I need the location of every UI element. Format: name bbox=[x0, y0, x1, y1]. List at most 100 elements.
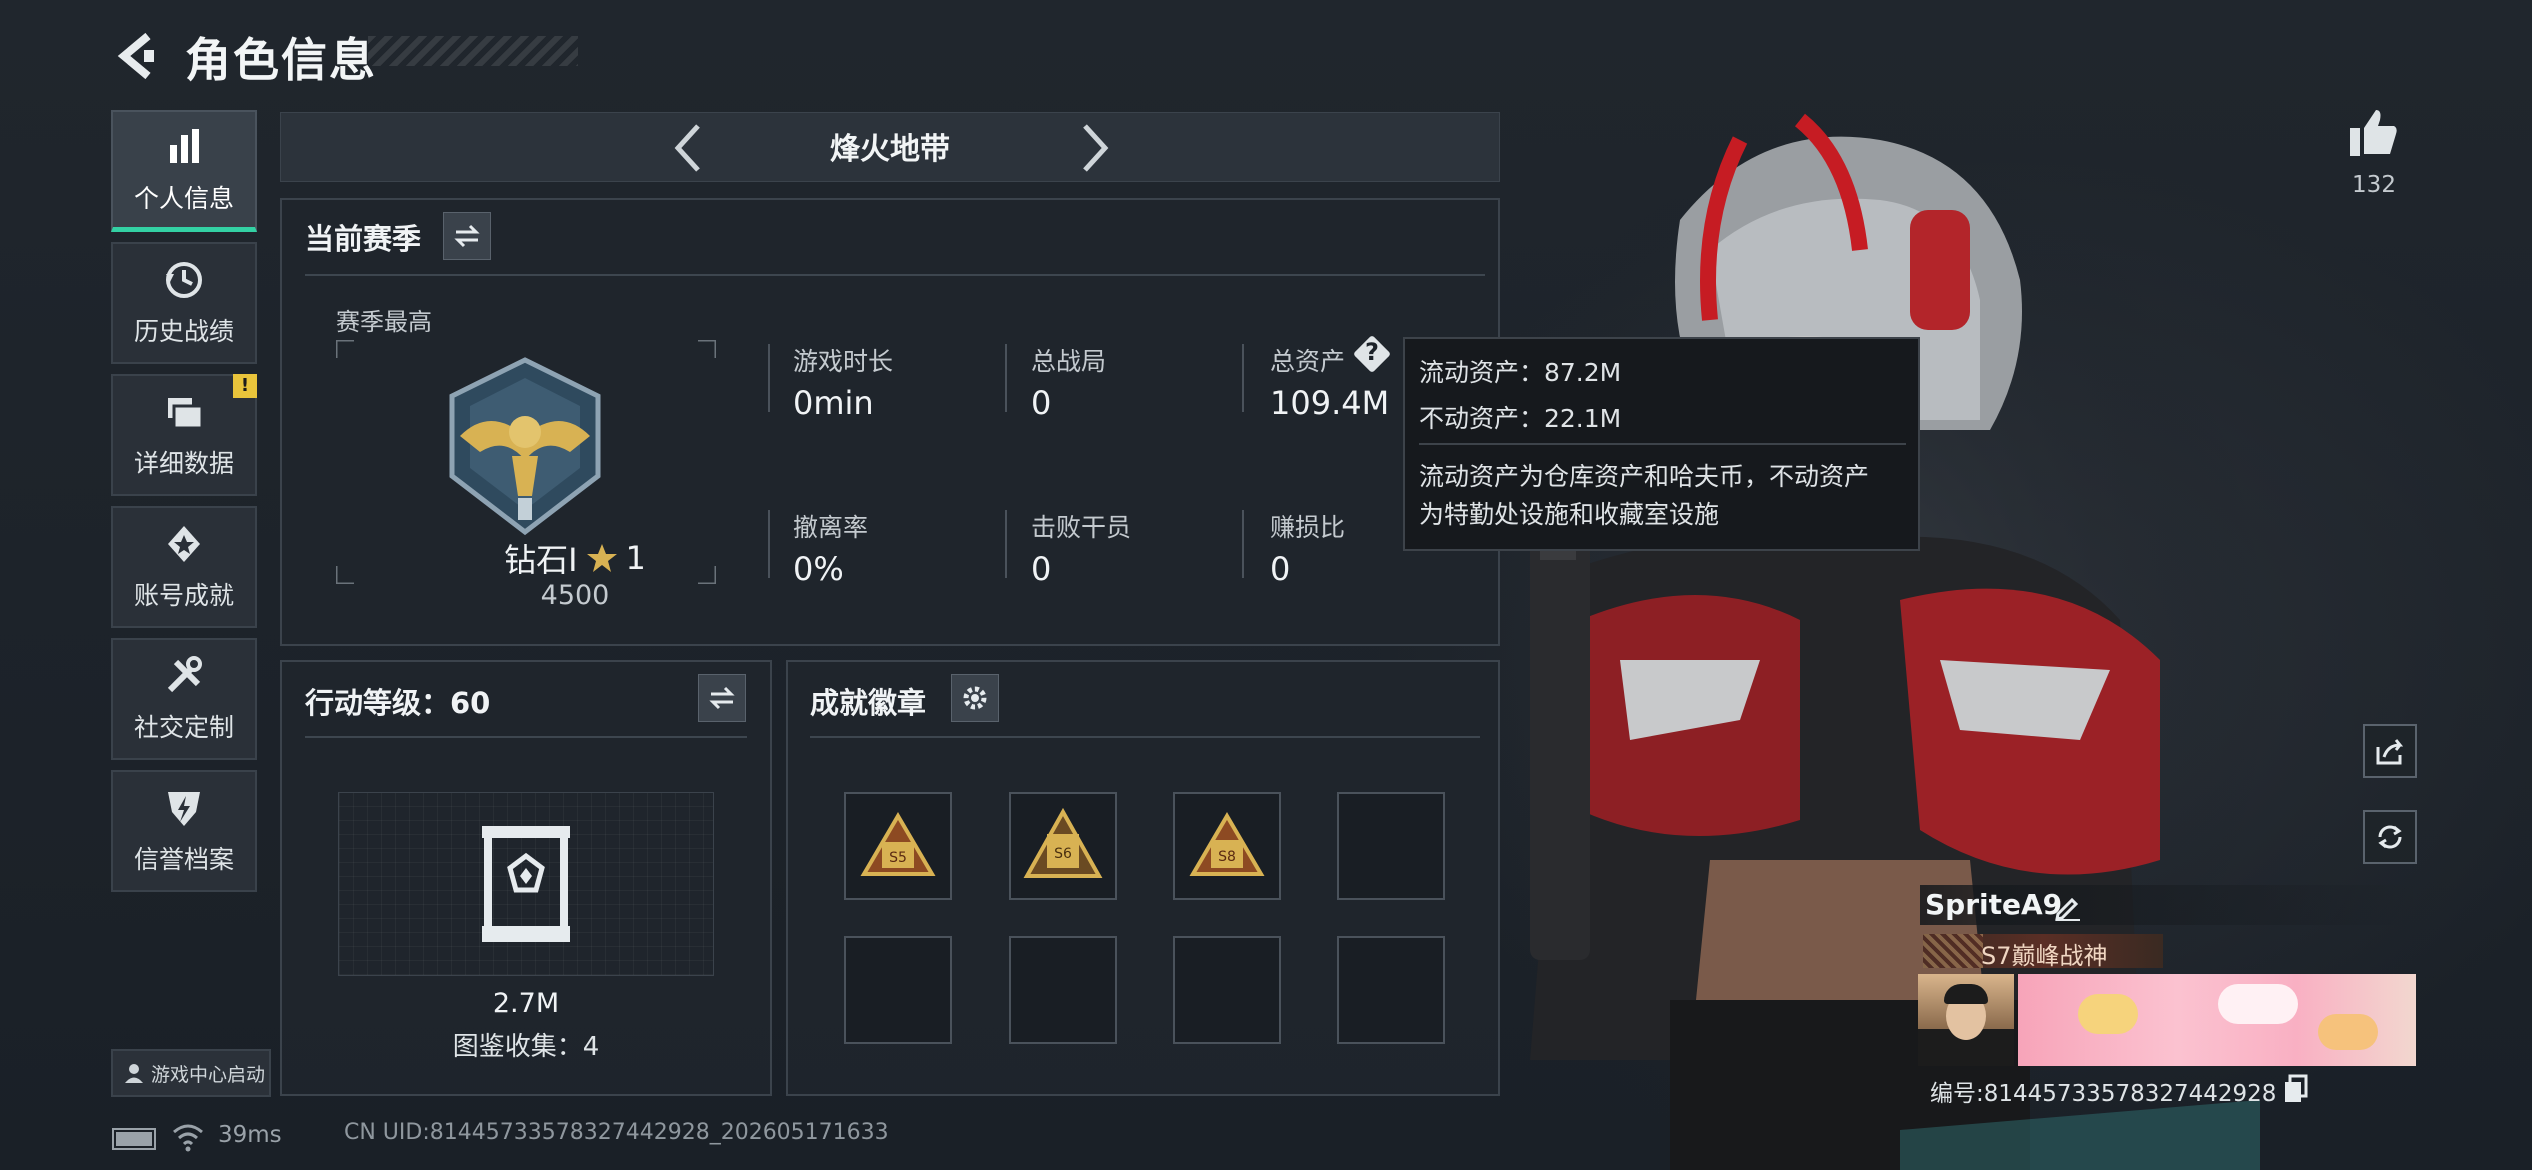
stat-value-matches: 0 bbox=[1031, 384, 1052, 422]
tools-icon bbox=[167, 656, 202, 693]
rank-score: 4500 bbox=[540, 580, 610, 611]
banner-cat bbox=[2078, 994, 2138, 1034]
stat-value-playtime: 0min bbox=[793, 384, 874, 422]
tooltip-liquid: 流动资产：87.2M bbox=[1419, 358, 1622, 387]
badge-slot-empty[interactable] bbox=[844, 936, 952, 1044]
banner-cat bbox=[2318, 1014, 2378, 1050]
tooltip-desc-line1: 流动资产为仓库资产和哈夫币，不动资产 bbox=[1419, 462, 1870, 491]
launch-label: 游戏中心启动 bbox=[151, 1063, 266, 1086]
edit-pencil-icon[interactable] bbox=[2052, 892, 2082, 922]
level-divider bbox=[305, 736, 747, 738]
stat-separator bbox=[1005, 344, 1007, 412]
badge-label: S5 bbox=[889, 850, 907, 866]
title-decoration bbox=[368, 36, 578, 66]
stat-value-kills: 0 bbox=[1031, 550, 1052, 588]
season-divider bbox=[305, 274, 1485, 276]
nav-label: 历史战绩 bbox=[133, 317, 234, 346]
nav-item-credit[interactable]: 信誉档案 bbox=[111, 770, 257, 892]
avatar-hair bbox=[1944, 984, 1988, 1004]
stat-separator bbox=[1242, 510, 1244, 578]
nav-label: 详细数据 bbox=[133, 449, 234, 478]
player-name: SpriteA9 bbox=[1925, 888, 2063, 921]
gear-icon bbox=[963, 686, 987, 710]
nav-label: 个人信息 bbox=[133, 183, 234, 213]
stat-label-matches: 总战局 bbox=[1031, 347, 1107, 376]
season-badge-icon: S5 bbox=[860, 812, 936, 876]
season-title: 当前赛季 bbox=[305, 222, 422, 256]
copy-icon[interactable] bbox=[2282, 1074, 2310, 1104]
season-best-label: 赛季最高 bbox=[336, 308, 432, 336]
badge-slot[interactable]: S5 bbox=[844, 792, 952, 900]
nav-item-achievements[interactable]: 账号成就 bbox=[111, 506, 257, 628]
share-icon bbox=[2376, 739, 2404, 765]
assets-tooltip: 流动资产：87.2M 不动资产：22.1M 流动资产为仓库资产和哈夫币，不动资产… bbox=[1403, 337, 1920, 551]
ping-text: 39ms bbox=[218, 1122, 282, 1148]
player-title-plate: S7巅峰战神 bbox=[1923, 934, 2163, 970]
player-id: 编号:81445733578327442928 bbox=[1930, 1081, 2277, 1107]
level-switch-button[interactable] bbox=[698, 674, 746, 722]
badge-slot-empty[interactable] bbox=[1173, 936, 1281, 1044]
share-button[interactable] bbox=[2363, 724, 2417, 778]
nav-item-details[interactable]: 详细数据 ! bbox=[111, 374, 257, 496]
rank-stars: 1 bbox=[625, 539, 646, 577]
bar-chart-icon bbox=[170, 128, 199, 163]
badge-slot[interactable]: S8 bbox=[1173, 792, 1281, 900]
swap-icon bbox=[454, 224, 480, 248]
collection-case-icon bbox=[482, 826, 570, 942]
tooltip-divider bbox=[1419, 443, 1906, 445]
nav-item-profile[interactable]: 个人信息 bbox=[111, 110, 257, 232]
player-avatar[interactable] bbox=[1918, 974, 2014, 1066]
next-mode-button[interactable] bbox=[1063, 118, 1123, 178]
star-icon bbox=[586, 544, 617, 572]
badge-slot-empty[interactable] bbox=[1337, 792, 1445, 900]
level-title: 行动等级：60 bbox=[305, 686, 491, 720]
badge-slot-empty[interactable] bbox=[1009, 936, 1117, 1044]
folder-icon bbox=[168, 398, 204, 430]
player-title: S7巅峰战神 bbox=[1981, 942, 2108, 970]
rank-line: 钻石Ⅰ 1 bbox=[440, 535, 710, 581]
achievement-star-icon bbox=[168, 526, 200, 562]
wifi-icon bbox=[173, 1124, 203, 1152]
game-center-launch-button[interactable]: 游戏中心启动 bbox=[111, 1049, 271, 1097]
refresh-icon bbox=[2378, 825, 2402, 849]
refresh-button[interactable] bbox=[2363, 810, 2417, 864]
badges-title: 成就徽章 bbox=[810, 686, 927, 720]
season-badge-icon: S6 bbox=[1023, 807, 1103, 878]
nav-label: 社交定制 bbox=[133, 713, 234, 742]
nav-label: 信誉档案 bbox=[133, 845, 234, 874]
stat-separator bbox=[1242, 344, 1244, 412]
stat-value-profit-ratio: 0 bbox=[1270, 550, 1291, 588]
level-value: 2.7M bbox=[492, 988, 560, 1019]
nav-item-social[interactable]: 社交定制 bbox=[111, 638, 257, 760]
back-button[interactable] bbox=[108, 26, 168, 86]
stat-separator bbox=[1005, 510, 1007, 578]
title-plate-decoration bbox=[1923, 934, 1983, 968]
collection-count: 图鉴收集：4 bbox=[452, 1032, 600, 1062]
stat-label-playtime: 游戏时长 bbox=[793, 347, 894, 376]
help-icon-glyph: ? bbox=[1365, 338, 1379, 366]
season-switch-button[interactable] bbox=[443, 212, 491, 260]
season-badge-icon: S8 bbox=[1189, 812, 1265, 876]
badge-label: S6 bbox=[1054, 846, 1072, 862]
tooltip-desc-line2: 为特勤处设施和收藏室设施 bbox=[1419, 500, 1720, 529]
nav-item-history[interactable]: 历史战绩 bbox=[111, 242, 257, 364]
banner-cat bbox=[2218, 984, 2298, 1024]
tooltip-fixed: 不动资产：22.1M bbox=[1419, 404, 1622, 433]
badge-label: S8 bbox=[1218, 849, 1236, 865]
credit-shield-icon bbox=[168, 792, 200, 826]
rank-name: 钻石Ⅰ bbox=[504, 541, 578, 579]
badge-slot-empty[interactable] bbox=[1337, 936, 1445, 1044]
swap-icon bbox=[709, 686, 735, 710]
stat-separator bbox=[768, 344, 770, 412]
badges-divider bbox=[810, 736, 1480, 738]
thumbs-up-icon[interactable] bbox=[2348, 106, 2400, 158]
stat-label-kills: 击败干员 bbox=[1031, 513, 1132, 542]
user-icon bbox=[125, 1064, 143, 1083]
uid-text: CN UID:81445733578327442928_202605171633 bbox=[344, 1120, 889, 1145]
stat-value-assets: 109.4M bbox=[1270, 384, 1390, 422]
prev-mode-button[interactable] bbox=[660, 118, 720, 178]
stat-label-assets: 总资产 bbox=[1270, 347, 1346, 376]
badge-slot[interactable]: S6 bbox=[1009, 792, 1117, 900]
history-clock-icon bbox=[166, 262, 202, 298]
badges-settings-button[interactable] bbox=[951, 674, 999, 722]
